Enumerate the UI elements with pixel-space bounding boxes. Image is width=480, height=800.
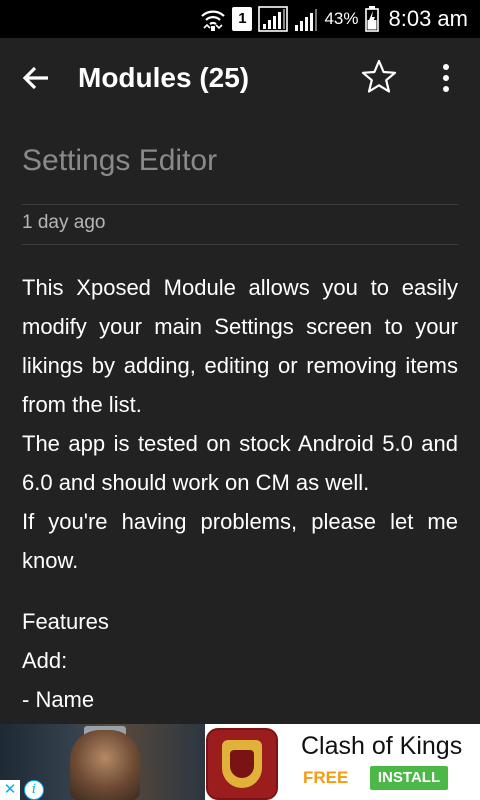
signal-icon-secondary [295, 9, 318, 31]
page-title: Modules (25) [78, 62, 250, 93]
shield-inner [230, 750, 254, 778]
wifi-icon [201, 10, 226, 31]
ad-title[interactable]: Clash of Kings [301, 732, 462, 761]
status-bar: 1 43% 8:03 am [0, 0, 480, 38]
updated-date: 1 day ago [22, 212, 106, 233]
star-outline-icon[interactable] [360, 58, 398, 96]
module-name: Settings Editor [22, 144, 218, 177]
adchoices-info-icon[interactable]: i [24, 780, 44, 800]
ad-image-warrior [70, 730, 140, 800]
ad-close-icon[interactable]: ✕ [0, 780, 20, 800]
ad-price: FREE [303, 768, 349, 787]
sim-icon: 1 [232, 7, 253, 31]
back-arrow-icon[interactable] [18, 60, 54, 96]
ad-banner[interactable]: ✕ i Clash of Kings FREE INSTALL [0, 724, 480, 800]
status-time: 8:03 am [388, 6, 469, 31]
features-item: - Name [22, 687, 95, 712]
divider [22, 244, 458, 245]
description-paragraph: If you're having problems, please let me… [22, 509, 458, 573]
divider [22, 204, 458, 205]
status-icons: 1 43% 8:03 am [200, 4, 468, 34]
description-paragraph: This Xposed Module allows you to easily … [22, 275, 458, 417]
features-section: Features Add: - Name [22, 602, 109, 719]
app-toolbar: Modules (25) [0, 38, 480, 120]
module-description: This Xposed Module allows you to easily … [22, 268, 458, 580]
description-paragraph: The app is tested on stock Android 5.0 a… [22, 431, 458, 495]
features-heading: Features [22, 609, 109, 634]
more-vert-icon[interactable] [432, 60, 460, 96]
features-add-label: Add: [22, 648, 68, 673]
battery-icon [364, 6, 379, 32]
battery-percent: 43% [324, 9, 359, 28]
ad-app-icon[interactable] [206, 728, 278, 800]
signal-icon [258, 6, 289, 32]
screen: 1 43% 8:03 am Modules (25) Settings Edit… [0, 0, 480, 800]
install-button[interactable]: INSTALL [370, 766, 448, 790]
